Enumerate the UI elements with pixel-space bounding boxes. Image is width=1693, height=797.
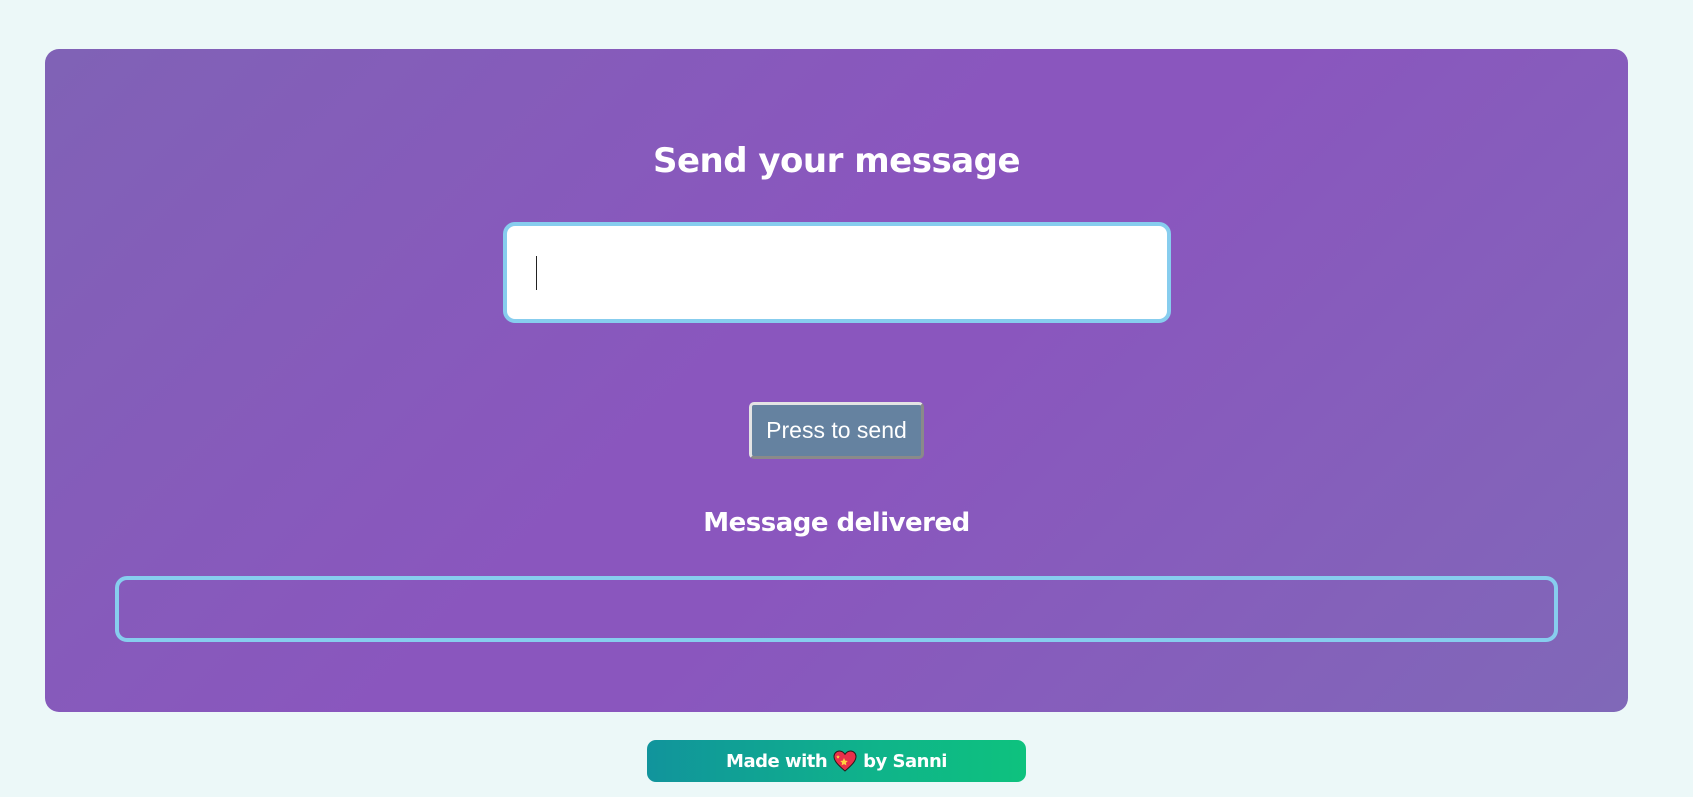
sparkling-heart-icon <box>833 750 857 772</box>
page-title: Send your message <box>652 141 1021 181</box>
footer-badge[interactable]: Made with by Sanni <box>647 740 1026 782</box>
status-text: Message delivered <box>703 508 970 538</box>
message-card: Send your message Press to send Message … <box>45 49 1628 712</box>
footer-suffix: by Sanni <box>863 750 947 772</box>
footer-prefix: Made with <box>726 750 828 772</box>
message-input[interactable] <box>503 222 1171 323</box>
text-caret <box>536 256 537 290</box>
delivered-message-box <box>115 576 1558 642</box>
send-button[interactable]: Press to send <box>749 402 924 459</box>
